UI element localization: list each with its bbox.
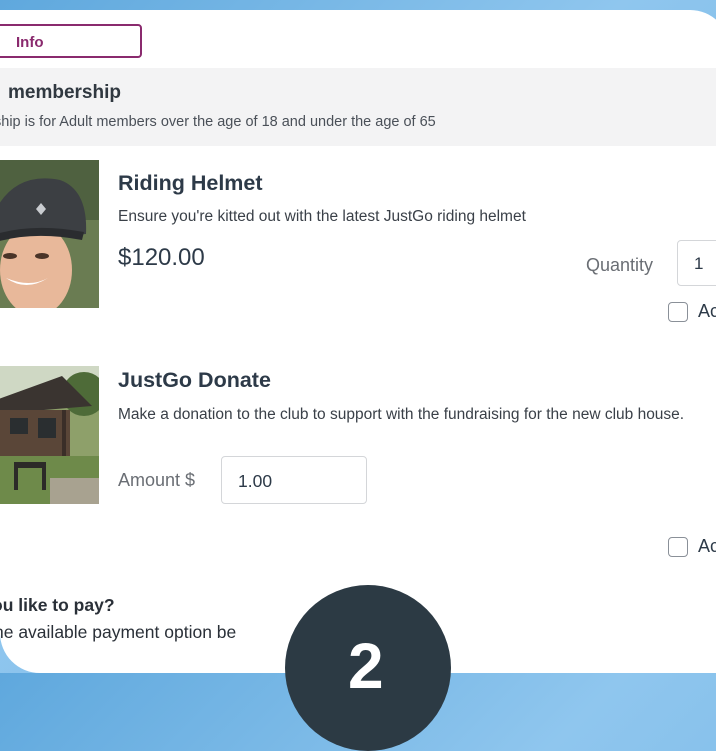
add-helmet-label: Ac bbox=[698, 301, 716, 321]
add-helmet-checkbox[interactable] bbox=[668, 302, 688, 322]
riding-helmet-description: Ensure you're kitted out with the latest… bbox=[118, 208, 526, 225]
riding-helmet-price: $120.00 bbox=[118, 244, 205, 271]
quantity-input[interactable]: 1 bbox=[677, 240, 716, 286]
donate-description: Make a donation to the club to support w… bbox=[118, 406, 685, 423]
info-tab[interactable]: Info bbox=[0, 24, 142, 58]
step-number-badge: 2 bbox=[285, 585, 451, 751]
donate-title: JustGo Donate bbox=[118, 368, 271, 392]
quantity-value: 1 bbox=[694, 254, 704, 273]
riding-helmet-title: Riding Helmet bbox=[118, 171, 263, 195]
membership-title: membership bbox=[8, 82, 121, 103]
add-donate-label: Ac bbox=[698, 536, 716, 556]
payment-title: ou like to pay? bbox=[0, 595, 115, 615]
riding-helmet-image bbox=[0, 160, 99, 308]
quantity-label: Quantity bbox=[586, 255, 654, 275]
add-donate-checkbox[interactable] bbox=[668, 537, 688, 557]
amount-input[interactable]: 1.00 bbox=[221, 456, 367, 504]
donate-image bbox=[0, 366, 99, 504]
step-number: 2 bbox=[348, 630, 384, 702]
amount-label: Amount $ bbox=[118, 470, 196, 490]
membership-description: ship is for Adult members over the age o… bbox=[0, 114, 436, 130]
checkout-card: Info membership ship is for Adult member… bbox=[0, 10, 716, 673]
membership-summary: membership ship is for Adult members ove… bbox=[0, 68, 716, 146]
payment-description: he available payment option be bbox=[0, 622, 237, 642]
amount-value: 1.00 bbox=[238, 471, 273, 491]
info-tab-label: Info bbox=[16, 34, 44, 51]
